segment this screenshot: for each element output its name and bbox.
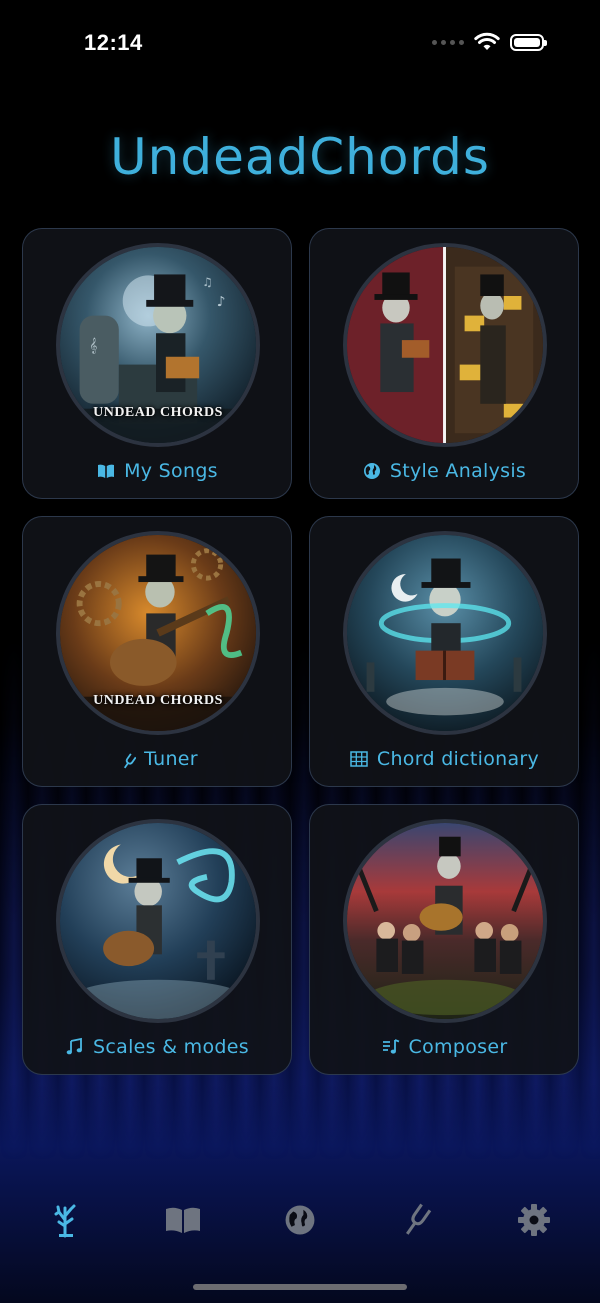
music-list-icon bbox=[382, 1039, 399, 1054]
chord-dictionary-artwork bbox=[343, 531, 547, 735]
home-indicator[interactable] bbox=[193, 1284, 407, 1290]
card-label-text: My Songs bbox=[124, 460, 218, 482]
tuner-artwork: UNDEAD CHORDS bbox=[56, 531, 260, 735]
svg-text:𝄞: 𝄞 bbox=[89, 338, 97, 354]
globe-icon bbox=[363, 463, 380, 479]
feature-grid: ♪ ♫ 𝄞 UNDEAD CHORDS My Songs Style Analy… bbox=[22, 228, 579, 1075]
tuning-fork-icon bbox=[405, 1203, 431, 1235]
table-grid-icon bbox=[350, 751, 368, 767]
tab-home[interactable] bbox=[36, 1190, 96, 1250]
music-notes-icon bbox=[66, 1037, 82, 1055]
composer-artwork bbox=[343, 819, 547, 1023]
book-icon bbox=[166, 1207, 201, 1233]
scales-modes-label: Scales & modes bbox=[23, 1036, 291, 1058]
gear-icon bbox=[517, 1204, 550, 1236]
tab-style[interactable] bbox=[270, 1190, 330, 1250]
my-songs-label: My Songs bbox=[23, 460, 291, 482]
brand-watermark: UNDEAD CHORDS bbox=[93, 405, 223, 420]
status-time: 12:14 bbox=[84, 30, 143, 55]
svg-text:♫: ♫ bbox=[202, 275, 213, 289]
app-title: UndeadChords bbox=[110, 128, 490, 186]
style-analysis-label: Style Analysis bbox=[310, 460, 578, 482]
composer-card[interactable]: Composer bbox=[309, 804, 579, 1075]
card-label-text: Style Analysis bbox=[389, 460, 527, 482]
card-label-text: Tuner bbox=[144, 748, 198, 770]
style-analysis-artwork bbox=[343, 243, 547, 447]
scales-modes-card[interactable]: Scales & modes bbox=[22, 804, 292, 1075]
tree-icon bbox=[54, 1204, 76, 1238]
card-label-text: Scales & modes bbox=[93, 1036, 249, 1058]
scales-modes-artwork bbox=[56, 819, 260, 1023]
brand-watermark: UNDEAD CHORDS bbox=[93, 693, 223, 708]
status-icons bbox=[432, 32, 547, 52]
card-label-text: Chord dictionary bbox=[376, 748, 540, 770]
cellular-signal-icon bbox=[432, 39, 464, 45]
tuner-card[interactable]: UNDEAD CHORDS Tuner bbox=[22, 516, 292, 787]
my-songs-card[interactable]: ♪ ♫ 𝄞 UNDEAD CHORDS My Songs bbox=[22, 228, 292, 499]
wifi-icon bbox=[474, 32, 500, 50]
tuning-fork-icon bbox=[124, 753, 137, 769]
book-open-icon bbox=[98, 464, 115, 478]
battery-icon bbox=[510, 33, 547, 51]
globe-icon bbox=[285, 1205, 315, 1235]
tab-songs[interactable] bbox=[153, 1190, 213, 1250]
tab-tuner[interactable] bbox=[387, 1190, 447, 1250]
my-songs-artwork: ♪ ♫ 𝄞 UNDEAD CHORDS bbox=[56, 243, 260, 447]
chord-dictionary-label: Chord dictionary bbox=[310, 748, 578, 770]
card-label-text: Composer bbox=[408, 1036, 508, 1058]
tuner-label: Tuner bbox=[23, 748, 291, 770]
svg-text:♪: ♪ bbox=[217, 294, 226, 310]
tab-bar bbox=[0, 1190, 600, 1250]
composer-label: Composer bbox=[310, 1036, 578, 1058]
chord-dictionary-card[interactable]: Chord dictionary bbox=[309, 516, 579, 787]
tab-settings[interactable] bbox=[504, 1190, 564, 1250]
app-screen: 12:14 UndeadChords ♪ ♫ 𝄞 UNDEAD CHORDS M… bbox=[0, 0, 600, 1303]
style-analysis-card[interactable]: Style Analysis bbox=[309, 228, 579, 499]
